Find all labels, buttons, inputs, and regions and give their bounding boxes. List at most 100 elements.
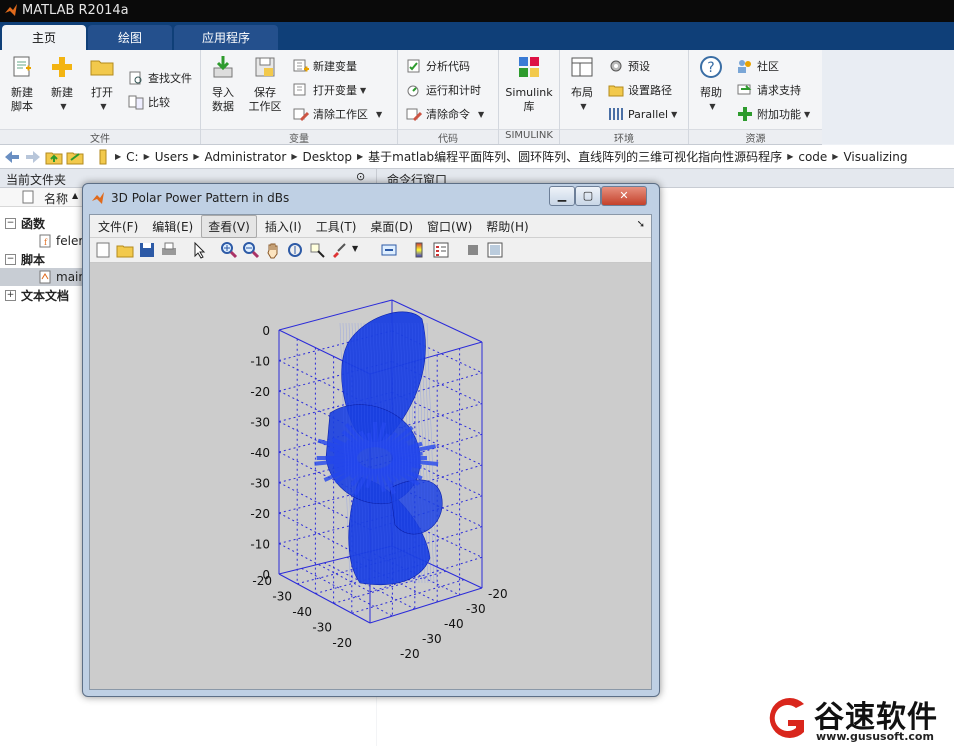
polar-3d-plot[interactable]: 0-10-20-30-40-30-20-100-20-30-40-30-20-2… (90, 263, 651, 689)
tab-apps[interactable]: 应用程序 (174, 25, 278, 50)
group-environment: 布局 ▼ 预设 设置路径 Parallel ▼ 环境 (560, 50, 689, 145)
open-variable-button[interactable]: 打开变量 ▼ (293, 80, 366, 100)
close-button[interactable]: ✕ (601, 186, 647, 206)
tick-label: -40 (250, 446, 270, 460)
breadcrumb-item[interactable]: Administrator (200, 150, 292, 164)
svg-text:?: ? (707, 60, 714, 76)
data-cursor-icon[interactable] (308, 241, 326, 259)
preferences-button[interactable]: 预设 (608, 56, 650, 76)
group-simulink: Simulink 库 SIMULINK (499, 50, 560, 144)
tab-home[interactable]: 主页 (2, 25, 86, 50)
tick-label: -20 (488, 587, 508, 601)
power-pattern-surface (314, 311, 443, 586)
browse-folder-icon[interactable] (66, 149, 84, 165)
pointer-icon[interactable] (190, 241, 208, 259)
window-title: MATLAB R2014a (22, 3, 129, 18)
community-button[interactable]: 社区 (737, 56, 779, 76)
script-file-icon (39, 270, 51, 284)
group-title-variable: 变量 (201, 129, 397, 145)
new-figure-icon[interactable] (94, 241, 112, 259)
menu-file[interactable]: 文件(F) (92, 216, 144, 237)
tab-plots[interactable]: 绘图 (88, 25, 172, 50)
menu-edit[interactable]: 编辑(E) (146, 216, 199, 237)
save-workspace-button[interactable]: 保存 工作区 (245, 54, 285, 114)
breadcrumb-item[interactable]: Visualizing (838, 150, 912, 164)
print-icon[interactable] (160, 241, 178, 259)
grid-line (351, 579, 465, 614)
dock-arrow-icon[interactable]: ➘ (637, 219, 645, 230)
open-button[interactable]: 打开 ▼ (82, 54, 122, 114)
menu-desktop[interactable]: 桌面(D) (364, 216, 419, 237)
link-plot-icon[interactable] (380, 241, 398, 259)
clear-commands-button[interactable]: 清除命令 ▼ (406, 104, 484, 124)
parallel-button[interactable]: Parallel ▼ (608, 104, 677, 124)
new-button[interactable]: 新建 ▼ (42, 54, 82, 114)
menu-help[interactable]: 帮助(H) (480, 216, 534, 237)
figure-window[interactable]: 3D Polar Power Pattern in dBs ▁ ▢ ✕ 文件(F… (82, 183, 660, 697)
brush-dropdown-icon[interactable]: ▼ (352, 244, 358, 253)
up-folder-icon[interactable] (45, 149, 63, 165)
expand-box-icon[interactable]: + (5, 289, 16, 301)
tick-label: -20 (250, 385, 270, 399)
collapse-box-icon[interactable]: − (5, 253, 16, 265)
add-ons-button[interactable]: 附加功能 ▼ (737, 104, 810, 124)
simulink-library-button[interactable]: Simulink 库 (505, 54, 553, 114)
set-path-button[interactable]: 设置路径 (608, 80, 672, 100)
gear-icon (610, 60, 622, 72)
menu-insert[interactable]: 插入(I) (259, 216, 308, 237)
save-workspace-icon (255, 57, 275, 77)
run-time-icon (407, 85, 419, 97)
breadcrumb: C: ▶ Users ▶ Administrator ▶ Desktop ▶ 基于matlab编… (121, 148, 912, 165)
new-variable-button[interactable]: 新建变量 (293, 56, 357, 76)
save-icon[interactable] (138, 241, 156, 259)
request-support-button[interactable]: 请求支持 (737, 80, 801, 100)
new-script-button[interactable]: 新建 脚本 (2, 54, 42, 114)
minimize-button[interactable]: ▁ (549, 186, 575, 206)
breadcrumb-item[interactable]: code (793, 150, 832, 164)
colorbar-icon[interactable] (410, 241, 428, 259)
show-plot-tools-icon[interactable] (486, 241, 504, 259)
group-title-file: 文件 (0, 129, 200, 145)
run-and-time-button[interactable]: 运行和计时 (406, 80, 481, 100)
menu-window[interactable]: 窗口(W) (421, 216, 478, 237)
tick-label: -30 (272, 590, 292, 604)
figure-title: 3D Polar Power Pattern in dBs (111, 191, 290, 205)
zoom-in-icon[interactable] (220, 241, 238, 259)
clear-workspace-button[interactable]: 清除工作区 ▼ (293, 104, 382, 124)
compare-button[interactable]: 比较 (128, 92, 170, 112)
legend-icon[interactable] (432, 241, 450, 259)
import-data-button[interactable]: 导入 数据 (203, 54, 243, 114)
analyze-code-button[interactable]: 分析代码 (406, 56, 470, 76)
zoom-out-icon[interactable] (242, 241, 260, 259)
breadcrumb-item[interactable]: 基于matlab编程平面阵列、圆环阵列、直线阵列的三维可视化指向性源码程序 (363, 148, 787, 165)
hide-plot-tools-icon[interactable] (464, 241, 482, 259)
forward-arrow-icon[interactable] (24, 149, 42, 165)
pan-hand-icon[interactable] (264, 241, 282, 259)
breadcrumb-item[interactable]: Desktop (297, 150, 357, 164)
panel-menu-icon[interactable]: ⊙ (356, 170, 365, 183)
rotate-3d-icon[interactable] (286, 241, 304, 259)
brush-icon[interactable] (330, 241, 348, 259)
back-arrow-icon[interactable] (3, 149, 21, 165)
open-file-icon[interactable] (116, 241, 134, 259)
address-bar[interactable]: ▶ C: ▶ Users ▶ Administrator ▶ Desktop ▶ 基于matla… (0, 145, 954, 169)
folder-icon (90, 60, 114, 76)
help-button[interactable]: ? 帮助 ▼ (691, 54, 731, 114)
breadcrumb-item[interactable]: Users (150, 150, 194, 164)
menu-view[interactable]: 查看(V) (201, 214, 257, 238)
file-type-icon (22, 190, 34, 204)
group-title-environment: 环境 (560, 129, 688, 145)
maximize-button[interactable]: ▢ (575, 186, 601, 206)
menu-tools[interactable]: 工具(T) (310, 216, 363, 237)
folder-path-icon (608, 85, 624, 97)
tick-label: -30 (422, 632, 442, 646)
find-files-button[interactable]: 查找文件 (128, 68, 192, 88)
layout-button[interactable]: 布局 ▼ (562, 54, 602, 114)
tick-label: -20 (252, 574, 272, 588)
tick-label: -40 (444, 617, 464, 631)
breadcrumb-item[interactable]: C: (121, 150, 143, 164)
collapse-box-icon[interactable]: − (5, 217, 16, 229)
tick-label: -20 (400, 647, 420, 661)
brand-logo (769, 698, 804, 738)
group-title-code: 代码 (398, 129, 498, 145)
